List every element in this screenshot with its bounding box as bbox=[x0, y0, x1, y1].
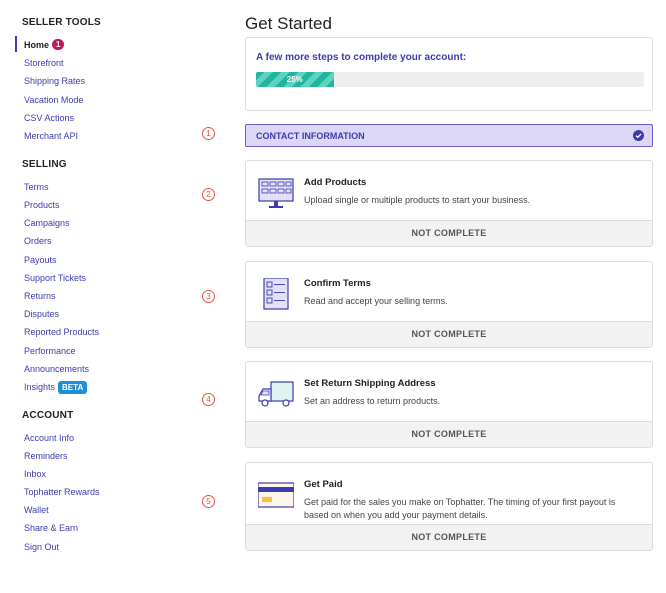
sidebar-item-storefront[interactable]: Storefront bbox=[24, 57, 64, 69]
step-title: Confirm Terms bbox=[304, 278, 371, 289]
step-marker-5: 5 bbox=[202, 495, 215, 508]
sidebar-item-performance[interactable]: Performance bbox=[24, 345, 76, 357]
checklist-icon bbox=[263, 278, 289, 310]
sidebar-item-support-tickets[interactable]: Support Tickets bbox=[24, 272, 86, 284]
step-status: NOT COMPLETE bbox=[246, 421, 652, 447]
sidebar-item-terms[interactable]: Terms bbox=[24, 181, 49, 193]
step-description: Set an address to return products. bbox=[304, 396, 441, 406]
sidebar-item-products[interactable]: Products bbox=[24, 199, 60, 211]
sidebar-item-reminders[interactable]: Reminders bbox=[24, 450, 68, 462]
progress-bar: 25% bbox=[256, 72, 644, 87]
step-card-add-products[interactable]: Add Products Upload single or multiple p… bbox=[245, 160, 653, 247]
step-marker-1: 1 bbox=[202, 127, 215, 140]
step-description: Upload single or multiple products to st… bbox=[304, 195, 531, 205]
sidebar-item-inbox[interactable]: Inbox bbox=[24, 468, 46, 480]
monitor-grid-icon bbox=[258, 178, 294, 208]
step-status: NOT COMPLETE bbox=[246, 524, 652, 550]
sidebar: SELLER TOOLS Home 1 Storefront Shipping R… bbox=[0, 0, 230, 593]
sidebar-item-disputes[interactable]: Disputes bbox=[24, 308, 59, 320]
step-marker-4: 4 bbox=[202, 393, 215, 406]
step-marker-3: 3 bbox=[202, 290, 215, 303]
step-title: Add Products bbox=[304, 177, 367, 188]
section-title-account: ACCOUNT bbox=[22, 410, 74, 421]
beta-badge: BETA bbox=[58, 381, 88, 394]
sidebar-item-wallet[interactable]: Wallet bbox=[24, 504, 49, 516]
step-title: Set Return Shipping Address bbox=[304, 378, 436, 389]
sidebar-item-returns[interactable]: Returns bbox=[24, 290, 56, 302]
sidebar-item-share-earn[interactable]: Share & Earn bbox=[24, 522, 78, 534]
credit-card-icon bbox=[258, 482, 294, 508]
home-count-badge: 1 bbox=[52, 39, 65, 50]
step-card-return-shipping-address[interactable]: Set Return Shipping Address Set an addre… bbox=[245, 361, 653, 448]
sidebar-item-home[interactable]: Home 1 bbox=[24, 39, 65, 51]
sidebar-item-shipping-rates[interactable]: Shipping Rates bbox=[24, 75, 85, 87]
truck-icon bbox=[258, 381, 294, 407]
sidebar-item-insights[interactable]: Insights BETA bbox=[24, 381, 88, 394]
sidebar-item-vacation-mode[interactable]: Vacation Mode bbox=[24, 94, 83, 106]
step-title: Get Paid bbox=[304, 479, 343, 490]
step-status: NOT COMPLETE bbox=[246, 321, 652, 347]
section-title-selling: SELLING bbox=[22, 159, 67, 170]
sidebar-item-account-info[interactable]: Account Info bbox=[24, 432, 74, 444]
contact-information-step[interactable]: CONTACT INFORMATION bbox=[245, 124, 653, 147]
sidebar-item-merchant-api[interactable]: Merchant API bbox=[24, 130, 78, 142]
step-status: NOT COMPLETE bbox=[246, 220, 652, 246]
check-circle-icon bbox=[633, 130, 644, 141]
sidebar-item-reported-products[interactable]: Reported Products bbox=[24, 326, 99, 338]
step-description: Get paid for the sales you make on Topha… bbox=[304, 497, 616, 520]
progress-label: A few more steps to complete your accoun… bbox=[256, 52, 467, 63]
step-card-get-paid[interactable]: Get Paid Get paid for the sales you make… bbox=[245, 462, 653, 551]
step-marker-2: 2 bbox=[202, 188, 215, 201]
sidebar-item-csv-actions[interactable]: CSV Actions bbox=[24, 112, 74, 124]
sidebar-item-announcements[interactable]: Announcements bbox=[24, 363, 89, 375]
active-indicator bbox=[15, 36, 17, 52]
sidebar-item-payouts[interactable]: Payouts bbox=[24, 254, 57, 266]
contact-information-label: CONTACT INFORMATION bbox=[256, 131, 365, 141]
page-title: Get Started bbox=[245, 14, 332, 33]
sidebar-item-campaigns[interactable]: Campaigns bbox=[24, 217, 70, 229]
sidebar-item-orders[interactable]: Orders bbox=[24, 235, 52, 247]
progress-fill: 25% bbox=[256, 72, 334, 87]
step-description: Read and accept your selling terms. bbox=[304, 296, 448, 306]
sidebar-item-sign-out[interactable]: Sign Out bbox=[24, 541, 59, 553]
sidebar-item-tophatter-rewards[interactable]: Tophatter Rewards bbox=[24, 486, 100, 498]
section-title-seller-tools: SELLER TOOLS bbox=[22, 17, 101, 28]
step-card-confirm-terms[interactable]: Confirm Terms Read and accept your selli… bbox=[245, 261, 653, 348]
progress-card: A few more steps to complete your accoun… bbox=[245, 37, 653, 111]
